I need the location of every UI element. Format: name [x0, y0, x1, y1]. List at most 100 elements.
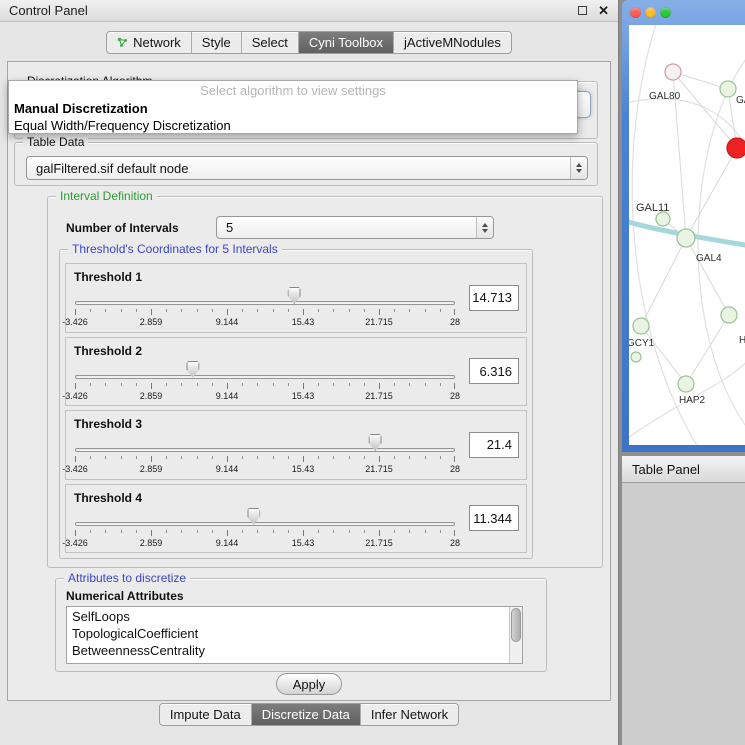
slider-tick-label: 28: [450, 464, 460, 474]
numerical-attributes-label: Numerical Attributes: [66, 589, 184, 603]
close-traffic-light[interactable]: [630, 7, 641, 18]
threshold-rows: Threshold 1-3.4262.8599.14415.4321.71528…: [65, 263, 527, 553]
threshold-slider[interactable]: -3.4262.8599.14415.4321.71528: [75, 434, 455, 476]
slider-tick-label: -3.426: [62, 538, 88, 548]
network-node[interactable]: [665, 64, 681, 80]
tab-cyni-toolbox[interactable]: Cyni Toolbox: [299, 32, 394, 53]
slider-track[interactable]: [75, 375, 455, 379]
network-window-titlebar[interactable]: [622, 0, 745, 25]
network-node-label: GCY1: [629, 338, 655, 349]
network-node-label: GAL80: [649, 91, 681, 102]
apply-button[interactable]: Apply: [276, 673, 342, 695]
network-node[interactable]: [633, 318, 649, 334]
threshold-value-input[interactable]: 6.316: [469, 358, 519, 384]
network-node-label: GAL11: [636, 202, 669, 214]
combobox-spinner-icon: [570, 157, 587, 179]
list-item[interactable]: BetweennessCentrality: [67, 642, 507, 659]
attributes-group-title: Attributes to discretize: [64, 571, 190, 585]
minimize-traffic-light[interactable]: [645, 7, 656, 18]
network-node[interactable]: [720, 81, 736, 97]
tab-jactivemnodules[interactable]: jActiveMNodules: [394, 32, 511, 53]
close-window-icon[interactable]: ✕: [598, 4, 609, 17]
control-panel-titlebar[interactable]: Control Panel ✕: [0, 0, 618, 22]
slider-tick-label: 9.144: [216, 317, 239, 327]
tab-label: jActiveMNodules: [404, 35, 501, 50]
tab-impute-data[interactable]: Impute Data: [160, 704, 252, 725]
list-scrollbar[interactable]: [509, 607, 522, 663]
network-node[interactable]: [678, 376, 694, 392]
slider-tick-label: 21.715: [365, 538, 393, 548]
slider-tick-label: -3.426: [62, 317, 88, 327]
threshold-row: Threshold 1-3.4262.8599.14415.4321.71528…: [65, 263, 527, 333]
attributes-group: Attributes to discretize Numerical Attri…: [55, 578, 547, 672]
slider-tick-labels: -3.4262.8599.14415.4321.71528: [75, 391, 455, 401]
threshold-slider-area: Threshold 3-3.4262.8599.14415.4321.71528: [73, 414, 461, 476]
float-window-icon[interactable]: [578, 6, 587, 15]
tab-label: Select: [252, 35, 288, 50]
slider-track[interactable]: [75, 301, 455, 305]
list-items: SelfLoopsTopologicalCoefficientBetweenne…: [67, 608, 507, 663]
network-node-label: H: [739, 335, 745, 346]
table-panel-titlebar[interactable]: Table Panel: [622, 455, 745, 483]
numerical-attributes-list[interactable]: SelfLoopsTopologicalCoefficientBetweenne…: [66, 606, 523, 664]
network-node[interactable]: [677, 229, 695, 247]
slider-tick-label: 9.144: [216, 391, 239, 401]
tab-label: Infer Network: [371, 707, 448, 722]
dropdown-option[interactable]: Equal Width/Frequency Discretization: [9, 117, 577, 134]
tab-style[interactable]: Style: [192, 32, 242, 53]
bottom-tabstrip: Impute Data Discretize Data Infer Network: [0, 703, 618, 726]
num-intervals-combobox[interactable]: 5: [216, 216, 494, 239]
dropdown-option[interactable]: Manual Discretization: [9, 100, 577, 117]
slider-tick-labels: -3.4262.8599.14415.4321.71528: [75, 317, 455, 327]
algorithm-dropdown-options: Manual DiscretizationEqual Width/Frequen…: [9, 100, 577, 134]
threshold-label: Threshold 4: [74, 491, 142, 505]
table-data-group-title: Table Data: [23, 135, 88, 149]
tab-infer-network[interactable]: Infer Network: [361, 704, 458, 725]
slider-tick-label: 15.43: [292, 538, 315, 548]
num-intervals-label: Number of Intervals: [66, 221, 179, 235]
network-edge: [686, 148, 737, 238]
network-icon: [117, 37, 128, 48]
tab-network[interactable]: Network: [107, 32, 192, 53]
threshold-slider[interactable]: -3.4262.8599.14415.4321.71528: [75, 508, 455, 550]
threshold-value-input[interactable]: 21.4: [469, 432, 519, 458]
slider-tick-label: 2.859: [140, 317, 163, 327]
tab-discretize-data[interactable]: Discretize Data: [252, 704, 361, 725]
threshold-label: Threshold 2: [74, 344, 142, 358]
threshold-slider[interactable]: -3.4262.8599.14415.4321.71528: [75, 361, 455, 403]
list-item[interactable]: SelfLoops: [67, 608, 507, 625]
network-node[interactable]: [727, 138, 745, 158]
slider-tick-label: 2.859: [140, 464, 163, 474]
slider-track[interactable]: [75, 522, 455, 526]
network-node[interactable]: [721, 307, 737, 323]
network-node[interactable]: [656, 212, 670, 226]
slider-tick-label: 15.43: [292, 317, 315, 327]
slider-ticks: [75, 456, 455, 462]
network-canvas[interactable]: GAL80GAGAL11GAL4GCY1HHAP2: [629, 25, 745, 445]
desktop: Control Panel ✕ NetworkStyle Select Cyni T…: [0, 0, 745, 745]
scrollbar-thumb[interactable]: [511, 608, 521, 642]
slider-track[interactable]: [75, 448, 455, 452]
network-node[interactable]: [631, 352, 641, 362]
bottom-tab-strip: Impute Data Discretize Data Infer Network: [159, 703, 459, 726]
threshold-value-input[interactable]: 14.713: [469, 285, 519, 311]
slider-tick-label: 28: [450, 391, 460, 401]
list-item[interactable]: TopologicalCoefficient: [67, 625, 507, 642]
network-node-label: GAL4: [696, 253, 722, 264]
slider-tick-label: 15.43: [292, 464, 315, 474]
threshold-slider[interactable]: -3.4262.8599.14415.4321.71528: [75, 287, 455, 329]
slider-tick-label: 21.715: [365, 317, 393, 327]
window-title: Control Panel: [9, 3, 578, 18]
tab-label: Impute Data: [170, 707, 241, 722]
zoom-traffic-light[interactable]: [660, 7, 671, 18]
slider-ticks: [75, 309, 455, 315]
threshold-value-input[interactable]: 11.344: [469, 505, 519, 531]
tab-label: Cyni Toolbox: [309, 35, 383, 50]
threshold-slider-area: Threshold 2 -3.4262.8599.14415.4321.71528: [73, 341, 461, 403]
tab-select[interactable]: Select: [242, 32, 299, 53]
combobox-spinner-icon: [476, 217, 493, 238]
top-tab-strip: NetworkStyle Select Cyni Toolbox jActiveMNo…: [106, 31, 512, 54]
threshold-row: Threshold 2 -3.4262.8599.14415.4321.71528…: [65, 337, 527, 407]
table-data-combobox[interactable]: galFiltered.sif default node: [26, 156, 588, 180]
network-node-label: HAP2: [679, 395, 706, 406]
